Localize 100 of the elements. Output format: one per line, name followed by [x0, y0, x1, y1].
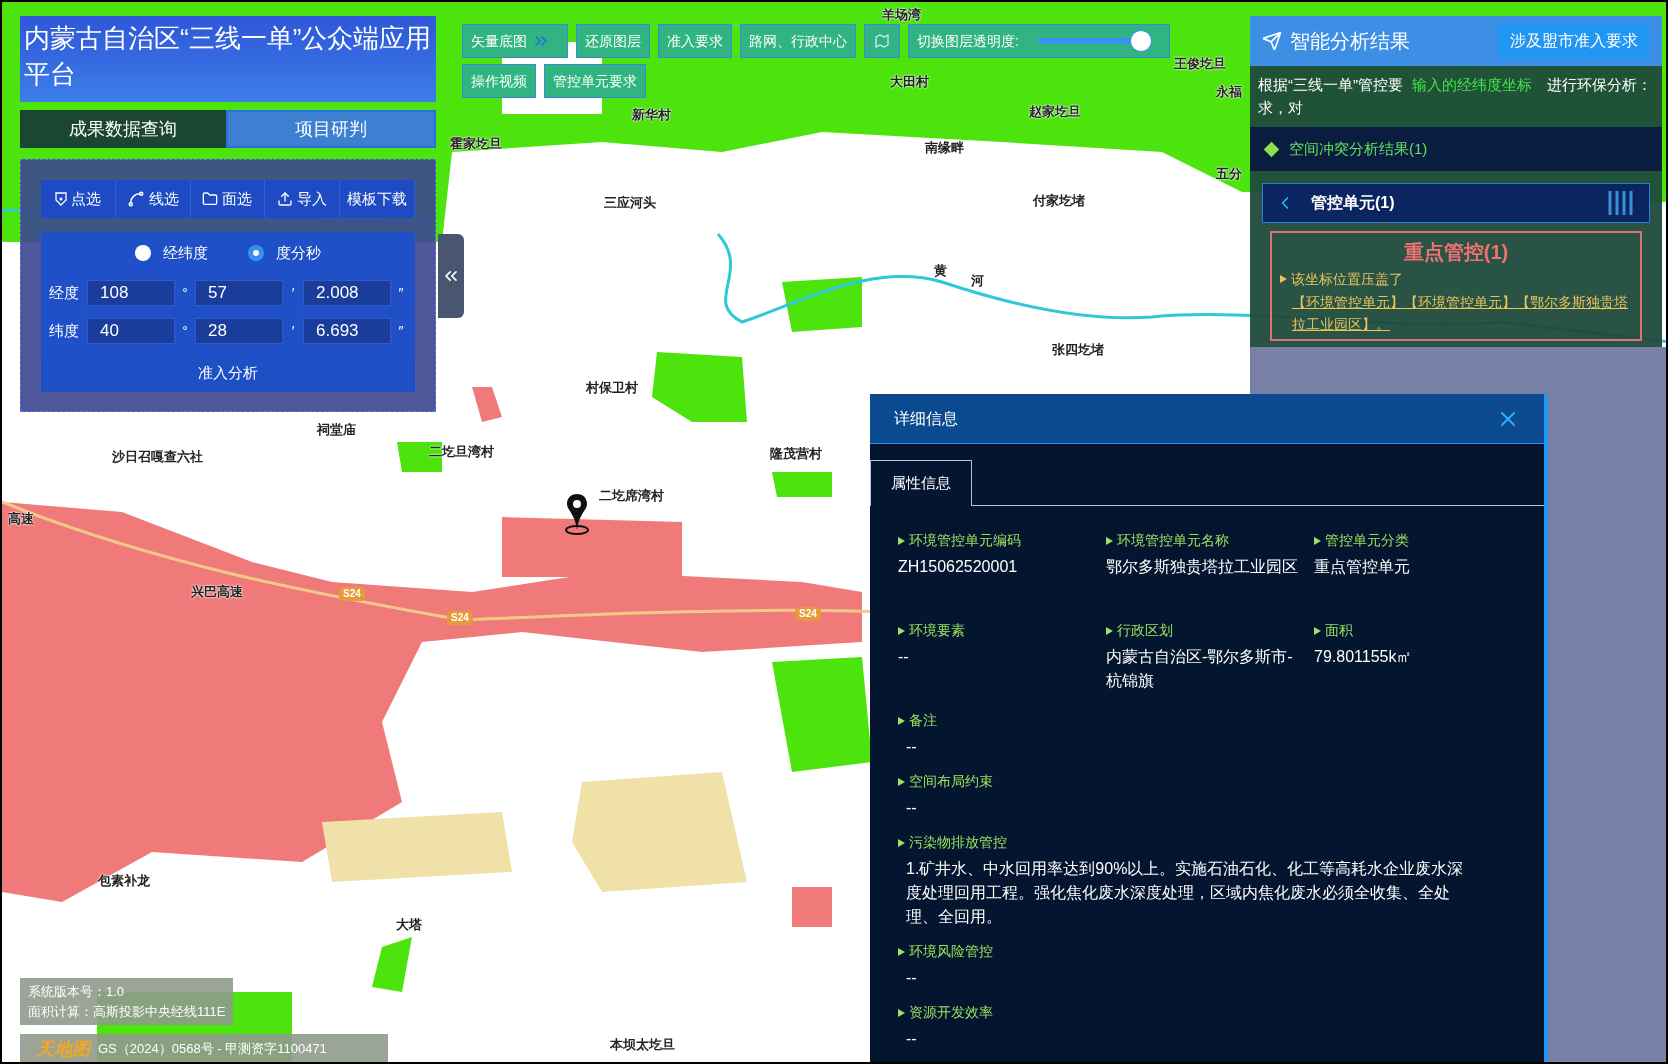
- panel-title: 详细信息: [894, 408, 958, 429]
- coordinate-input[interactable]: 57: [195, 280, 283, 306]
- coordinate-mode-radio[interactable]: 度分秒: [248, 241, 321, 265]
- field-value: --: [898, 647, 910, 667]
- intro-text: 进行环保分析：: [1546, 75, 1653, 95]
- place-label: 河: [971, 272, 984, 290]
- map-icon: [875, 34, 889, 48]
- intro-text: 根据“三线一单”管控要求，对: [1258, 75, 1404, 118]
- caret-icon: [898, 838, 905, 847]
- field-label: 环境风险管控: [909, 942, 993, 961]
- road-shield: S24: [339, 587, 365, 601]
- select-tool-button[interactable]: 导入: [265, 180, 341, 218]
- field-label: 环境要素: [909, 621, 965, 640]
- field-value: ZH15062520001: [898, 557, 1019, 577]
- road-shield: S24: [447, 611, 473, 625]
- field-value: 79.801155k㎡: [1314, 647, 1414, 667]
- place-label: 南缘畔: [925, 139, 964, 157]
- coordinate-input[interactable]: 40: [87, 318, 175, 344]
- place-label: 二圪席湾村: [599, 487, 664, 505]
- caret-icon: [898, 626, 905, 635]
- place-label: 兴巴高速: [191, 583, 243, 601]
- highlight-text: 输入的经纬度坐标: [1412, 75, 1534, 95]
- unit-mark: ′: [290, 321, 296, 341]
- app-title: 内蒙古自治区“三线一单”公众端应用平台: [24, 22, 432, 91]
- location-pin-icon: [564, 492, 590, 536]
- place-label: 羊场湾: [882, 6, 921, 24]
- detail-tab[interactable]: 属性信息: [870, 460, 972, 506]
- field-label: 资源开发效率: [909, 1003, 993, 1022]
- field-value: --: [905, 737, 918, 757]
- place-label: 祠堂庙: [317, 421, 356, 439]
- caret-icon: [898, 1008, 905, 1017]
- folder-icon: [202, 191, 219, 207]
- analyze-button[interactable]: 准入分析: [41, 354, 415, 392]
- logo-text: 天地图: [36, 1037, 90, 1061]
- card-text: 该坐标位置压盖了: [1291, 270, 1403, 289]
- field-label: 环境管控单元编码: [909, 531, 1021, 550]
- unit-mark: °: [181, 321, 189, 341]
- caret-icon: [898, 716, 905, 725]
- field-value: --: [905, 798, 918, 818]
- unit-link[interactable]: 【环境管控单元】【环境管控单元】【鄂尔多斯独贵塔拉工业园区】。: [1280, 291, 1632, 335]
- collapse-panel-button[interactable]: [438, 234, 464, 318]
- coordinate-input[interactable]: 28: [195, 318, 283, 344]
- area-calc-text: 面积计算：高斯投影中央经线111E: [28, 1002, 226, 1021]
- unit-mark: ″: [397, 283, 405, 303]
- field-value: 重点管控单元: [1314, 557, 1411, 577]
- field-value: --: [905, 1029, 918, 1049]
- place-label: 永福: [1216, 83, 1242, 101]
- select-tool-button[interactable]: 线选: [115, 180, 191, 218]
- coordinate-input[interactable]: 6.693: [303, 318, 391, 344]
- upload-icon: [277, 191, 294, 207]
- version-text: 系统版本号：1.0: [28, 983, 126, 1001]
- road-shield: S24: [795, 607, 821, 621]
- card-title: 重点管控(1): [1403, 240, 1509, 265]
- field-value: 1.矿井水、中水回用率达到90%以上。实施石油石化、化工等高耗水企业废水深度处理回用工程。强化焦化废水深度处理，区域内焦化废水必须全收集、全处理、全回用。: [905, 859, 1465, 927]
- unit-mark: ′: [290, 283, 296, 303]
- place-label: 本坝太圪旦: [610, 1036, 675, 1054]
- polyline-icon: [126, 190, 145, 208]
- coordinate-label: 经度: [49, 282, 80, 303]
- select-tool-button[interactable]: 模板下载: [340, 180, 415, 218]
- place-label: 张四圪堵: [1052, 341, 1104, 359]
- place-label: 三应河头: [604, 194, 656, 212]
- select-tool-button[interactable]: 点选: [41, 180, 116, 218]
- field-label: 污染物排放管控: [909, 833, 1007, 852]
- group-header[interactable]: 管控单元(1): [1262, 183, 1650, 223]
- shield-pin-icon: [54, 192, 67, 206]
- caret-icon: [1314, 536, 1321, 545]
- unit-mark: °: [181, 283, 189, 303]
- place-label: 沙日召嘎查六社: [112, 448, 203, 466]
- field-value: --: [905, 968, 918, 988]
- place-label: 二圪旦湾村: [429, 443, 494, 461]
- caret-icon: [898, 536, 905, 545]
- caret-icon: [1314, 626, 1321, 635]
- unit-mark: ″: [397, 321, 405, 341]
- place-label: 大田村: [890, 73, 929, 91]
- place-label: 新华村: [632, 106, 671, 124]
- place-label: 付家圪堵: [1033, 192, 1085, 210]
- coordinate-input[interactable]: 108: [87, 280, 175, 306]
- main-tab[interactable]: 成果数据查询: [20, 110, 226, 148]
- coordinate-mode-radio[interactable]: 经纬度: [135, 241, 208, 265]
- attribution-text: GS（2024）0568号 - 甲测资字1100471: [98, 1040, 327, 1059]
- group-label: 管控单元(1): [1311, 193, 1396, 213]
- caret-icon: [1106, 536, 1113, 545]
- place-label: 黄: [934, 262, 947, 280]
- place-label: 霍家圪旦: [450, 135, 502, 153]
- place-label: 王俊圪旦: [1174, 55, 1226, 73]
- field-label: 管控单元分类: [1325, 531, 1409, 550]
- field-label: 面积: [1325, 621, 1353, 640]
- field-label: 行政区划: [1117, 621, 1173, 640]
- place-label: 隆茂营村: [770, 445, 822, 463]
- section-title: 空间冲突分析结果(1): [1289, 138, 1428, 159]
- field-label: 备注: [909, 711, 937, 730]
- map-tool-button[interactable]: [864, 24, 900, 58]
- place-label: 五分: [1216, 165, 1242, 183]
- main-tab[interactable]: 项目研判: [226, 110, 436, 148]
- field-value: 内蒙古自治区-鄂尔多斯市-杭锦旗: [1106, 647, 1294, 691]
- place-label: 村保卫村: [586, 379, 638, 397]
- coordinate-input[interactable]: 2.008: [303, 280, 391, 306]
- send-icon: [1262, 31, 1282, 51]
- select-tool-button[interactable]: 面选: [190, 180, 266, 218]
- place-label: 高速: [8, 510, 34, 528]
